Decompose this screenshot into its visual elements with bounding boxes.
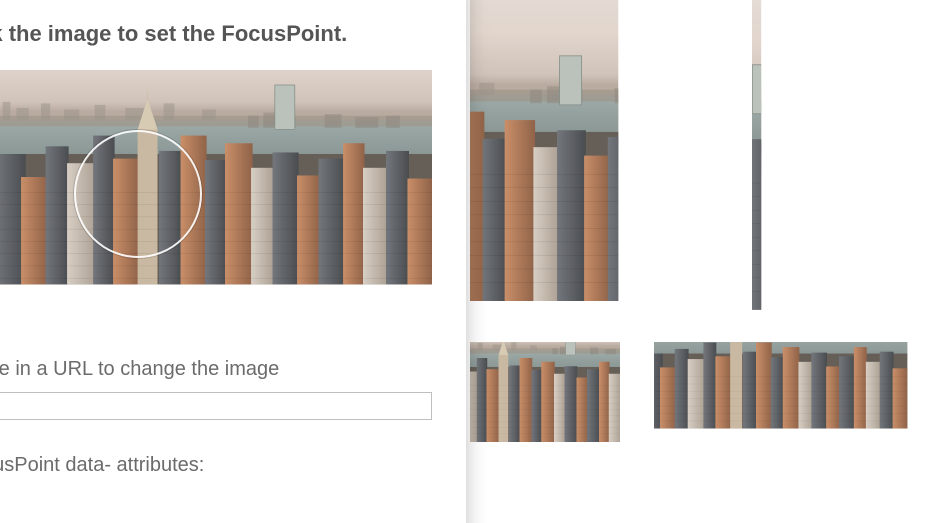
preview-tile-wide-1 bbox=[470, 342, 650, 492]
page-root: ick the image to set the FocusPoint. ast… bbox=[0, 0, 930, 523]
preview-tile-wide-2 bbox=[654, 342, 930, 492]
panel-heading: ick the image to set the FocusPoint. bbox=[0, 20, 438, 48]
url-input-label: aste in a URL to change the image bbox=[0, 356, 438, 382]
focuspoint-picker-image[interactable] bbox=[0, 70, 432, 330]
preview-tile-tall-1 bbox=[470, 0, 748, 338]
image-url-input[interactable] bbox=[0, 392, 432, 420]
data-attributes-heading: ocusPoint data- attributes: bbox=[0, 452, 438, 478]
preview-tile-strip-2 bbox=[752, 496, 930, 523]
preview-tile-strip-1 bbox=[470, 496, 748, 523]
focuspoint-panel: ick the image to set the FocusPoint. ast… bbox=[0, 0, 466, 523]
preview-tile-tall-2 bbox=[752, 0, 930, 338]
